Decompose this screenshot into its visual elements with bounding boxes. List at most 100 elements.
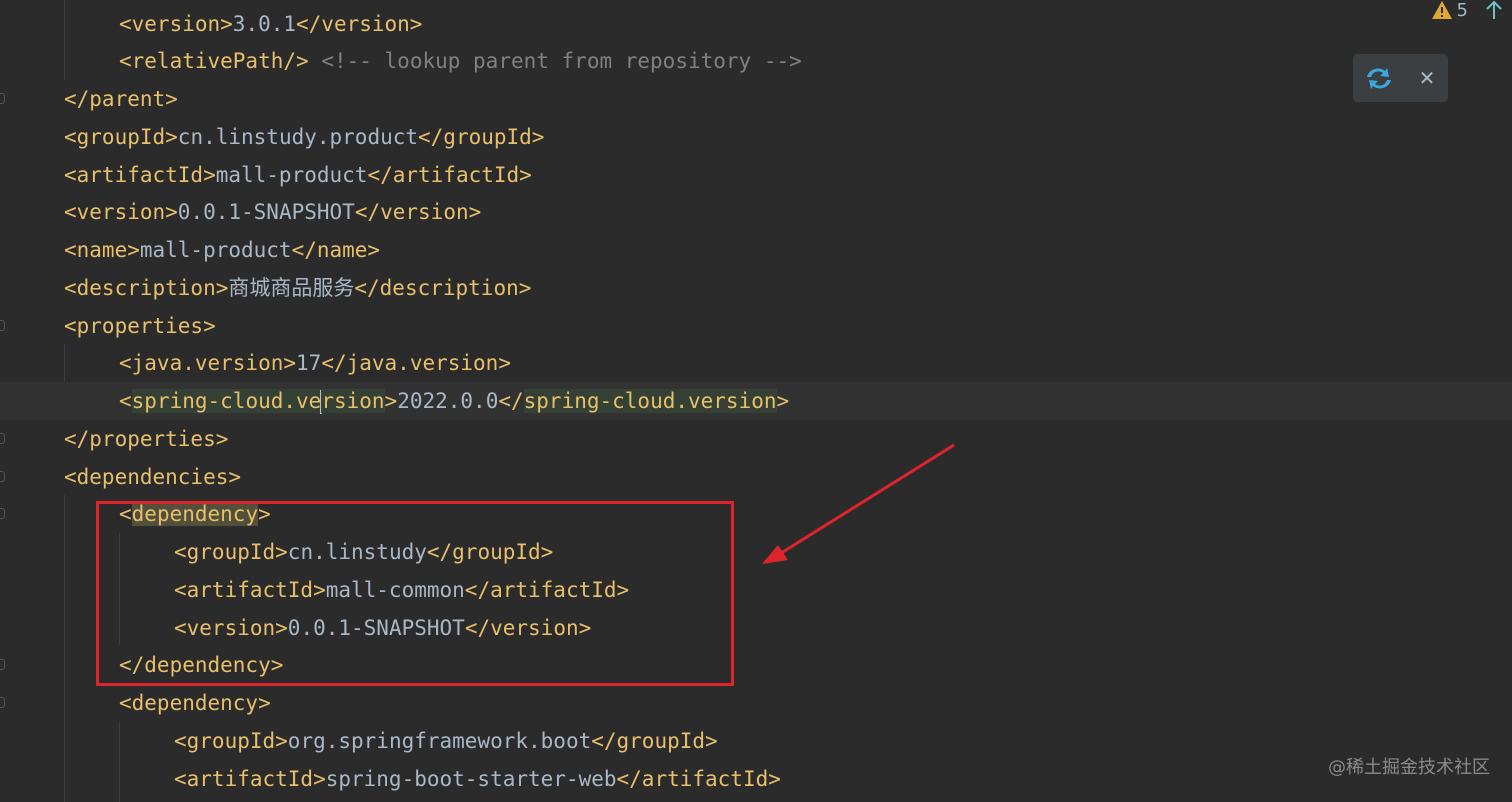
xml-tag: dependency xyxy=(131,502,259,527)
code-line[interactable]: </properties> xyxy=(0,420,1512,458)
fold-marker-icon[interactable] xyxy=(0,697,5,708)
code-text: <dependency> xyxy=(119,495,271,533)
xml-tag: <version> xyxy=(64,200,178,225)
tag-value: 商城商品服务 xyxy=(228,275,355,300)
code-text: <name>mall-product</name> xyxy=(64,231,380,269)
code-line[interactable]: <name>mall-product</name> xyxy=(0,231,1512,269)
xml-tag: <description> xyxy=(64,275,229,300)
code-text: <version>0.0.1-SNAPSHOT</version> xyxy=(174,609,591,647)
code-line[interactable]: <artifactId>mall-product</artifactId> xyxy=(0,156,1512,194)
code-text: </properties> xyxy=(64,420,228,458)
code-line[interactable]: <java.version>17</java.version> xyxy=(0,344,1512,382)
tag-value: spring-boot-starter-web xyxy=(325,766,617,791)
xml-tag: spring-cloud.version xyxy=(523,389,777,413)
xml-tag: > xyxy=(258,502,271,527)
xml-tag: <relativePath/> xyxy=(119,49,309,74)
xml-tag: <name> xyxy=(64,238,140,262)
code-text: <groupId>cn.linstudy.product</groupId> xyxy=(64,118,544,156)
maven-reload-popup: ✕ xyxy=(1353,54,1448,102)
watermark: @稀土掘金技术社区 xyxy=(1328,757,1490,778)
code-line[interactable]: <version>0.0.1-SNAPSHOT</version> xyxy=(0,609,1512,647)
arrow-up-icon[interactable] xyxy=(1484,0,1504,20)
code-text: <artifactId>mall-product</artifactId> xyxy=(64,156,532,194)
code-text: <version>3.0.1</version> xyxy=(119,5,422,43)
xml-tag: </parent> xyxy=(64,87,178,111)
code-text: <dependency> xyxy=(119,684,271,722)
code-line[interactable]: <relativePath/> <!-- lookup parent from … xyxy=(0,42,1512,80)
code-line[interactable]: <version>0.0.1-SNAPSHOT</version> xyxy=(0,193,1512,231)
code-line[interactable]: <artifactId>mall-common</artifactId> xyxy=(0,571,1512,609)
code-text: <artifactId>mall-common</artifactId> xyxy=(174,571,629,609)
warning-icon xyxy=(1431,1,1452,19)
code-line[interactable]: <dependency> xyxy=(0,684,1512,722)
fold-marker-icon[interactable] xyxy=(0,470,5,482)
tag-value: cn.linstudy xyxy=(287,540,427,564)
tag-value: 17 xyxy=(296,351,322,376)
tag-value: org.springframework.boot xyxy=(287,728,592,753)
xml-tag: </version> xyxy=(464,615,592,640)
code-comment: <!-- lookup parent from repository --> xyxy=(321,49,802,74)
fold-marker-icon[interactable] xyxy=(0,432,5,444)
fold-marker-icon[interactable] xyxy=(0,93,5,104)
code-line-current[interactable]: <spring-cloud.version>2022.0.0</spring-c… xyxy=(0,382,1512,420)
code-text: <properties> xyxy=(64,307,216,345)
maven-sync-icon[interactable] xyxy=(1363,63,1395,93)
tag-value: cn.linstudy.product xyxy=(177,124,419,149)
tag-value: 0.0.1-SNAPSHOT xyxy=(287,615,465,640)
xml-tag: </version> xyxy=(296,11,423,36)
code-text: </parent> xyxy=(64,80,178,118)
xml-tag: spring-cloud.ve xyxy=(131,389,322,413)
xml-tag: <java.version> xyxy=(119,351,297,376)
code-text: </dependency> xyxy=(119,646,283,684)
xml-tag: <groupId> xyxy=(174,540,288,564)
xml-tag: > xyxy=(776,389,790,413)
xml-tag: < xyxy=(119,389,132,413)
fold-marker-icon[interactable] xyxy=(0,319,5,331)
code-text: <spring-cloud.version>2022.0.0</spring-c… xyxy=(119,382,789,420)
xml-tag: <artifactId> xyxy=(64,162,216,187)
code-line[interactable]: <groupId>cn.linstudy.product</groupId> xyxy=(0,118,1512,156)
code-editor[interactable]: <version>3.0.1</version> <relativePath/> … xyxy=(0,0,1512,802)
fold-marker-icon[interactable] xyxy=(0,659,5,671)
code-line[interactable]: <properties> xyxy=(0,307,1512,345)
xml-tag: </groupId> xyxy=(418,124,545,149)
xml-tag: </name> xyxy=(291,238,381,262)
code-line[interactable]: <dependencies> xyxy=(0,458,1512,496)
xml-tag: <artifactId> xyxy=(174,577,326,602)
xml-tag: </version> xyxy=(354,200,482,225)
warning-count: 5 xyxy=(1456,0,1468,21)
xml-tag: </dependency> xyxy=(119,653,284,678)
xml-tag: </ xyxy=(498,389,524,413)
code-text: <artifactId>spring-boot-starter-web</art… xyxy=(174,760,781,798)
close-button[interactable]: ✕ xyxy=(1413,62,1441,94)
xml-tag: </artifactId> xyxy=(464,577,630,602)
code-line[interactable]: </parent> xyxy=(0,80,1512,118)
tag-value xyxy=(309,49,322,73)
xml-tag: </groupId> xyxy=(426,540,554,564)
code-line[interactable]: <groupId>cn.linstudy</groupId> xyxy=(0,533,1512,571)
xml-tag: </groupId> xyxy=(591,728,718,753)
code-text: <groupId>cn.linstudy</groupId> xyxy=(174,533,553,571)
code-line[interactable]: </dependency> xyxy=(0,646,1512,684)
xml-tag: </description> xyxy=(354,275,532,300)
code-text: <dependencies> xyxy=(64,458,241,496)
fold-marker-icon[interactable] xyxy=(0,508,5,520)
xml-tag: <groupId> xyxy=(174,728,288,753)
xml-tag: </java.version> xyxy=(321,351,511,376)
code-line[interactable]: <version>3.0.1</version> xyxy=(0,5,1512,43)
code-text: <relativePath/> <!-- lookup parent from … xyxy=(119,42,802,80)
code-line[interactable]: <groupId>org.springframework.boot</group… xyxy=(0,722,1512,760)
xml-tag: rsion xyxy=(321,389,385,413)
code-text: <java.version>17</java.version> xyxy=(119,344,511,382)
inspection-widget[interactable]: 5 xyxy=(1431,0,1504,21)
code-line[interactable]: <dependency> xyxy=(0,495,1512,533)
code-text: <groupId>org.springframework.boot</group… xyxy=(174,722,718,760)
tag-value: mall-common xyxy=(325,577,465,602)
tag-value: mall-product xyxy=(139,238,292,262)
xml-tag: <dependencies> xyxy=(64,464,242,489)
xml-tag: <properties> xyxy=(64,313,216,338)
code-line[interactable]: <description>商城商品服务</description> xyxy=(0,269,1512,307)
xml-tag: <groupId> xyxy=(64,124,178,149)
tag-value: 3.0.1 xyxy=(232,11,297,36)
code-line[interactable]: <artifactId>spring-boot-starter-web</art… xyxy=(0,760,1512,798)
